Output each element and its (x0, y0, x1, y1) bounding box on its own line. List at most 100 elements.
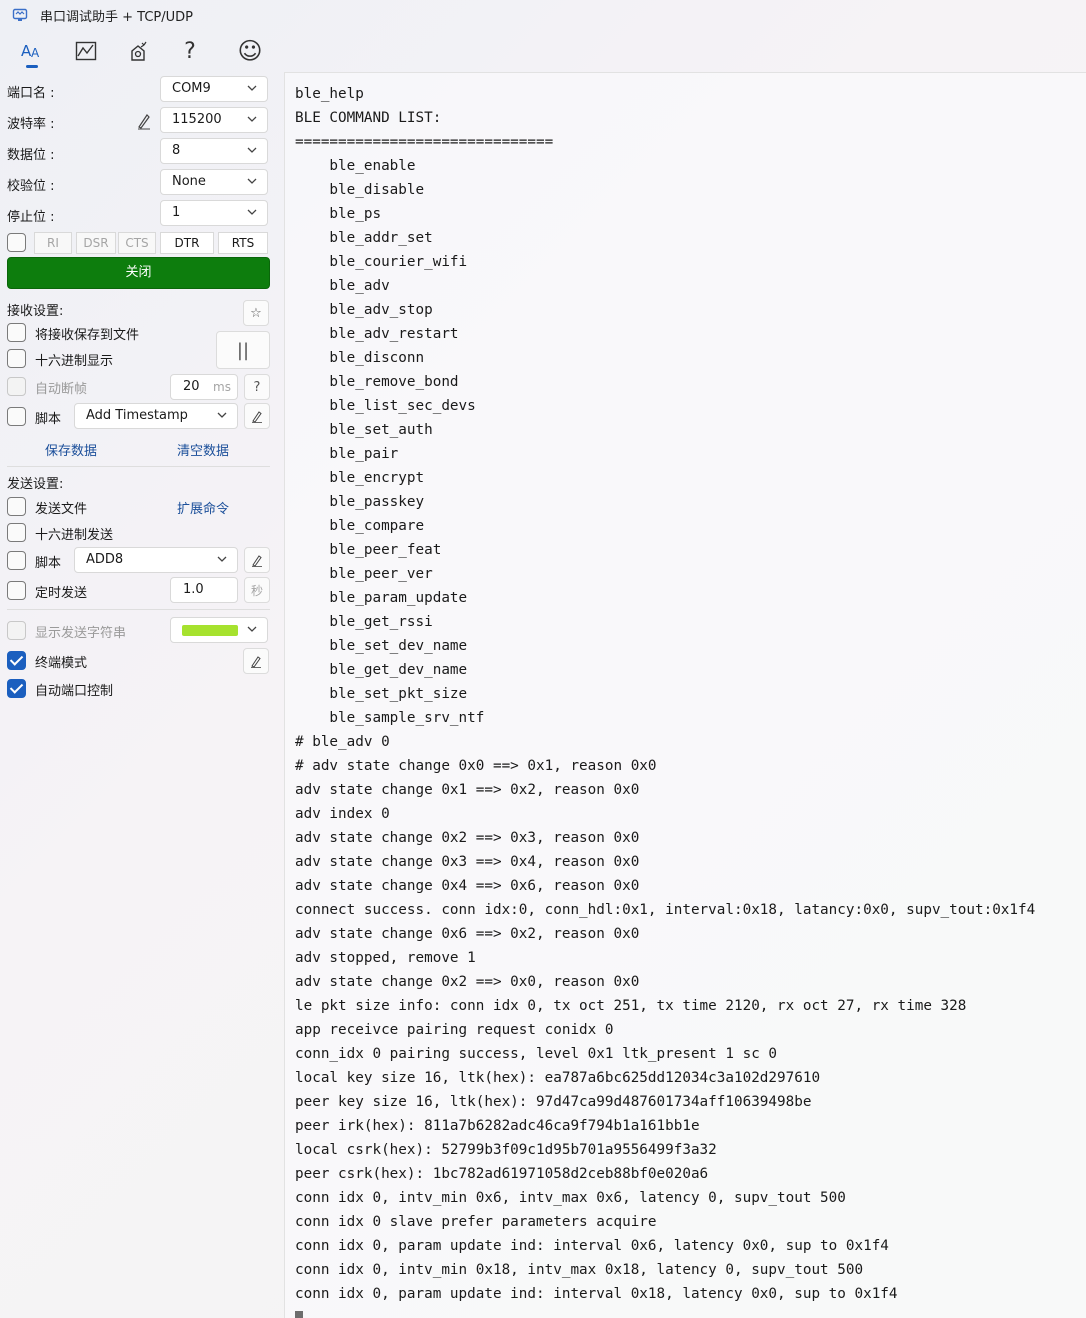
chart-tab-button[interactable] (69, 34, 103, 68)
terminal-output[interactable]: ble_help BLE COMMAND LIST: ===============… (284, 72, 1086, 1318)
terminal-line: peer irk(hex): 811a7b6282adc46ca9f794b1a… (295, 1118, 700, 1134)
parity-select[interactable]: None (160, 169, 268, 195)
chevron-down-icon (247, 116, 257, 122)
send-script-select[interactable]: ADD8 (74, 547, 238, 573)
terminal-line: conn idx 0, intv_min 0x18, intv_max 0x18… (295, 1262, 864, 1278)
terminal-line: ble_pair (295, 446, 399, 462)
settings-icon (131, 41, 147, 61)
extended-commands-link[interactable]: 扩展命令 (177, 498, 229, 517)
save-data-link[interactable]: 保存数据 (45, 440, 97, 459)
terminal-line: ble_disconn (295, 350, 425, 366)
port-value: COM9 (172, 81, 211, 96)
emoji-tab-button[interactable]: ☺ (233, 34, 267, 68)
close-port-button[interactable]: 关闭 (7, 257, 270, 289)
terminal-mode-checkbox[interactable] (7, 651, 26, 670)
parity-label: 校验位 : (7, 179, 55, 194)
send-file-checkbox[interactable] (7, 497, 26, 516)
data-bits-select[interactable]: 8 (160, 138, 268, 164)
dsr-indicator: DSR (76, 232, 116, 254)
terminal-line: BLE COMMAND LIST: (295, 110, 442, 126)
pen-icon (252, 554, 262, 567)
baud-select[interactable]: 115200 (160, 107, 268, 133)
flow-control-checkbox[interactable] (7, 233, 26, 252)
data-bits-value: 8 (172, 143, 181, 158)
send-section-title: 发送设置: (7, 477, 64, 492)
send-script-value: ADD8 (86, 552, 124, 567)
terminal-line: ble_adv_stop (295, 302, 433, 318)
receive-script-checkbox[interactable] (7, 407, 26, 426)
timed-unit: 秒 (250, 583, 263, 598)
cts-indicator: CTS (118, 232, 156, 254)
stop-bits-label: 停止位 : (7, 210, 55, 225)
receive-script-label: 脚本 (35, 412, 62, 427)
timed-send-checkbox[interactable] (7, 581, 26, 600)
terminal-line: ble_disable (295, 182, 425, 198)
pause-icon: || (236, 339, 250, 361)
terminal-line: adv state change 0x4 ==> 0x6, reason 0x0 (295, 878, 640, 894)
terminal-line: ble_remove_bond (295, 374, 459, 390)
auto-frame-checkbox[interactable] (7, 377, 26, 396)
rts-button[interactable]: RTS (218, 232, 268, 254)
send-file-label: 发送文件 (35, 502, 88, 517)
dtr-button[interactable]: DTR (160, 232, 214, 254)
receive-script-select[interactable]: Add Timestamp (74, 403, 238, 429)
send-color-select[interactable] (170, 617, 268, 643)
terminal-line: connect success. conn idx:0, conn_hdl:0x… (295, 902, 1036, 918)
stop-bits-select[interactable]: 1 (160, 200, 268, 226)
hex-send-checkbox[interactable] (7, 523, 26, 542)
edit-receive-script-button[interactable] (244, 403, 270, 429)
hex-display-checkbox[interactable] (7, 349, 26, 368)
help-icon: ? (184, 38, 196, 64)
edit-send-script-button[interactable] (244, 547, 270, 573)
timed-unit-button: 秒 (244, 577, 270, 603)
help-tab-button[interactable]: ? (173, 34, 207, 68)
terminal-line: ble_courier_wifi (295, 254, 468, 270)
divider (7, 466, 270, 467)
receive-script-value: Add Timestamp (86, 408, 188, 423)
terminal-line: local csrk(hex): 52799b3f09c1d95b701a955… (295, 1142, 717, 1158)
auto-port-control-label: 自动端口控制 (35, 684, 114, 699)
chevron-down-icon (247, 178, 257, 184)
font-icon: A A (21, 42, 40, 60)
edit-terminal-button[interactable] (243, 648, 269, 674)
chevron-down-icon (247, 626, 257, 632)
timed-interval-input[interactable]: 1.0 (170, 577, 238, 603)
auto-frame-label: 自动断帧 (35, 382, 88, 397)
auto-frame-help-button[interactable]: ? (244, 374, 270, 400)
auto-port-control-checkbox[interactable] (7, 679, 26, 698)
send-script-checkbox[interactable] (7, 551, 26, 570)
ri-indicator: RI (34, 232, 72, 254)
terminal-line: ble_enable (295, 158, 416, 174)
terminal-line: adv state change 0x6 ==> 0x2, reason 0x0 (295, 926, 640, 942)
font-tab-button[interactable]: A A (15, 34, 49, 68)
terminal-line: ble_adv_restart (295, 326, 459, 342)
terminal-line: ============================== (295, 134, 554, 150)
terminal-line: ble_set_pkt_size (295, 686, 468, 702)
edit-baud-icon[interactable] (136, 112, 152, 130)
chevron-down-icon (247, 85, 257, 91)
settings-tab-button[interactable] (121, 34, 155, 68)
settings-panel: 端口名 : COM9 波特率 : 115200 数据位 : 8 校验位 : No… (0, 72, 280, 1318)
save-to-file-checkbox[interactable] (7, 323, 26, 342)
auto-frame-unit: ms (213, 380, 231, 394)
text-cursor (295, 1311, 303, 1318)
terminal-line: adv state change 0x2 ==> 0x3, reason 0x0 (295, 830, 640, 846)
baud-label: 波特率 : (7, 117, 55, 132)
terminal-line: ble_addr_set (295, 230, 433, 246)
terminal-line: ble_ps (295, 206, 382, 222)
terminal-line: ble_encrypt (295, 470, 425, 486)
terminal-line: ble_peer_ver (295, 566, 433, 582)
divider (7, 609, 270, 610)
port-select[interactable]: COM9 (160, 76, 268, 102)
terminal-line: adv index 0 (295, 806, 390, 822)
window-title: 串口调试助手 + TCP/UDP (40, 10, 193, 25)
clear-data-link[interactable]: 清空数据 (177, 440, 229, 459)
terminal-line: ble_set_auth (295, 422, 433, 438)
auto-frame-input[interactable]: 20 ms (170, 374, 238, 400)
terminal-line: ble_help (295, 86, 364, 102)
pause-button[interactable]: || (216, 331, 270, 369)
favorite-button[interactable]: ☆ (243, 300, 269, 326)
show-send-string-checkbox[interactable] (7, 621, 26, 640)
terminal-line: adv state change 0x2 ==> 0x0, reason 0x0 (295, 974, 640, 990)
terminal-mode-label: 终端模式 (35, 656, 88, 671)
